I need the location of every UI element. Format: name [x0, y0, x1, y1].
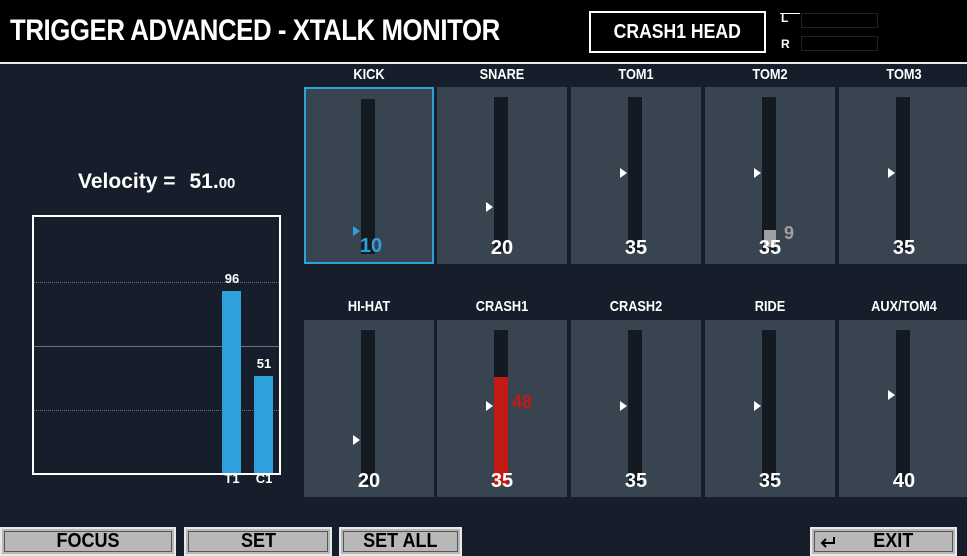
- pad-label: HI-HAT: [347, 298, 391, 315]
- threshold-slider[interactable]: [896, 97, 910, 252]
- header-divider: [0, 62, 967, 64]
- focus-button[interactable]: FOCUS: [0, 527, 176, 556]
- pad-cell[interactable]: 20: [437, 87, 567, 264]
- threshold-value: 35: [758, 470, 782, 492]
- threshold-pointer-icon: [620, 401, 627, 411]
- threshold-value: 10: [359, 235, 383, 257]
- threshold-value: 40: [892, 470, 916, 492]
- velocity-graph: 96 T1 51 C1: [32, 215, 281, 486]
- pad-label: TOM1: [618, 66, 654, 83]
- threshold-value: 35: [490, 470, 514, 492]
- set-all-button[interactable]: SET ALL: [339, 527, 462, 556]
- threshold-slider[interactable]: [762, 97, 776, 252]
- threshold-pointer-icon: [486, 401, 493, 411]
- threshold-slider[interactable]: [361, 99, 375, 254]
- selected-pad-display: CRASH1 HEAD: [589, 11, 766, 53]
- pad-cell[interactable]: 35: [571, 320, 701, 497]
- pad-cell[interactable]: 20: [304, 320, 434, 497]
- threshold-value: 35: [758, 237, 782, 259]
- set-button[interactable]: SET: [184, 527, 332, 556]
- title-bar: TRIGGER ADVANCED - XTALK MONITOR CRASH1 …: [0, 0, 967, 62]
- threshold-pointer-icon: [353, 435, 360, 445]
- pad-cell[interactable]: 35: [705, 320, 835, 497]
- threshold-pointer-icon: [754, 168, 761, 178]
- pad-label: KICK: [353, 66, 385, 83]
- velocity-bar: [222, 291, 241, 473]
- selected-pad-name: CRASH1 HEAD: [613, 20, 742, 43]
- pad-label: TOM3: [886, 66, 922, 83]
- pad-label: CRASH1: [475, 298, 529, 315]
- return-arrow-icon: [820, 537, 835, 548]
- xtalk-level-fill: [494, 377, 508, 485]
- threshold-slider[interactable]: [494, 330, 508, 485]
- threshold-pointer-icon: [620, 168, 627, 178]
- pad-cell[interactable]: 9 35: [705, 87, 835, 264]
- set-button-label: SET: [240, 530, 276, 552]
- meter-divider: [780, 13, 800, 14]
- xtalk-level-value: 48: [512, 392, 533, 412]
- pad-cell[interactable]: 40: [839, 320, 967, 497]
- velocity-bar-label: C1: [255, 471, 273, 486]
- level-meter-left: [801, 13, 878, 28]
- threshold-value: 20: [490, 237, 514, 259]
- level-meter-right: [801, 36, 878, 51]
- threshold-slider[interactable]: [361, 330, 375, 485]
- velocity-bar-label: T1: [224, 471, 240, 486]
- focus-button-label: FOCUS: [56, 530, 120, 552]
- velocity-bar: [254, 376, 273, 473]
- pad-label: AUX/TOM4: [871, 298, 937, 315]
- pad-cell[interactable]: 35: [571, 87, 701, 264]
- threshold-slider[interactable]: [762, 330, 776, 485]
- velocity-bar-value: 96: [224, 271, 240, 286]
- pad-label: TOM2: [752, 66, 788, 83]
- pad-cell[interactable]: 10: [304, 87, 434, 264]
- pad-cell[interactable]: 48 35: [437, 320, 567, 497]
- graph-gridline: [34, 346, 279, 347]
- threshold-pointer-icon: [888, 168, 895, 178]
- threshold-pointer-icon: [754, 401, 761, 411]
- set-all-button-label: SET ALL: [363, 530, 438, 552]
- page-title: TRIGGER ADVANCED - XTALK MONITOR: [10, 14, 500, 47]
- pad-label: CRASH2: [609, 298, 663, 315]
- threshold-value: 35: [624, 470, 648, 492]
- meter-label-r: R: [781, 37, 790, 51]
- graph-gridline: [34, 410, 279, 411]
- velocity-decimal: 00: [218, 175, 236, 192]
- velocity-readout: Velocity = 51.00: [78, 170, 235, 194]
- threshold-value: 35: [892, 237, 916, 259]
- pad-label: RIDE: [754, 298, 786, 315]
- threshold-pointer-icon: [486, 202, 493, 212]
- threshold-slider[interactable]: [628, 330, 642, 485]
- exit-button-label: EXIT: [873, 530, 914, 552]
- velocity-value: 51.: [189, 170, 219, 193]
- pad-cell[interactable]: 35: [839, 87, 967, 264]
- threshold-slider[interactable]: [628, 97, 642, 252]
- threshold-pointer-icon: [888, 390, 895, 400]
- threshold-slider[interactable]: [494, 97, 508, 252]
- threshold-slider[interactable]: [896, 330, 910, 485]
- threshold-value: 20: [357, 470, 381, 492]
- threshold-value: 35: [624, 237, 648, 259]
- velocity-label: Velocity =: [78, 170, 176, 193]
- pad-label: SNARE: [479, 66, 525, 83]
- velocity-bar-value: 51: [256, 356, 272, 371]
- exit-button[interactable]: EXIT: [810, 527, 957, 556]
